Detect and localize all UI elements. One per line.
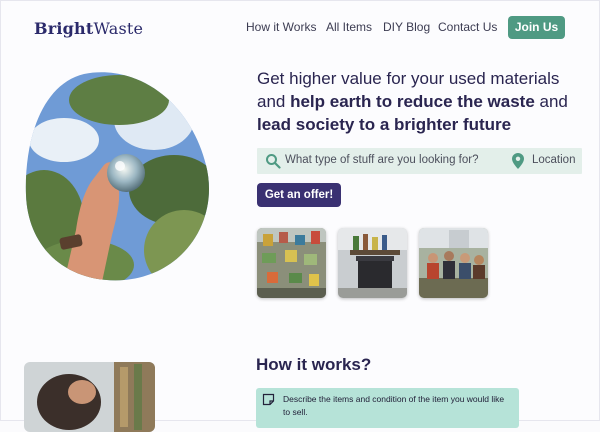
nav-item-contact-us[interactable]: Contact Us [438, 20, 497, 34]
thumbnail-image-2[interactable] [338, 228, 407, 298]
headline-line-3: lead society to a brighter future [257, 113, 587, 136]
hero-headline: Get higher value for your used materials… [257, 67, 587, 136]
location-pin-icon [512, 153, 524, 169]
nav-item-how-it-works[interactable]: How it Works [246, 20, 316, 34]
brand-name-part2: Waste [93, 19, 144, 38]
thumbnail-image-1[interactable] [257, 228, 326, 298]
nav-item-all-items[interactable]: All Items [326, 20, 372, 34]
headline-line-1: Get higher value for your used materials [257, 69, 560, 88]
headline-line-2: and help earth to reduce the waste and [257, 90, 587, 113]
thumbnail-image-3[interactable] [419, 228, 488, 298]
headline-line-3-bold: lead society to a brighter future [257, 115, 512, 134]
location-input[interactable]: Location [532, 154, 575, 166]
headline-line-2-lead: and [257, 92, 291, 111]
join-us-button[interactable]: Join Us [508, 16, 565, 39]
how-it-works-image [24, 362, 155, 432]
how-it-works-step-1: Describe the items and condition of the … [256, 388, 519, 428]
brand-logo[interactable]: BrightWaste [34, 19, 143, 38]
search-input[interactable]: What type of stuff are you looking for? [285, 154, 478, 166]
get-offer-button[interactable]: Get an offer! [257, 183, 341, 207]
note-icon [262, 393, 275, 406]
headline-line-2-bold: help earth to reduce the waste [290, 92, 535, 111]
headline-line-2-tail: and [534, 92, 568, 111]
how-it-works-title: How it works? [256, 355, 372, 374]
nav-item-diy-blog[interactable]: DIY Blog [383, 20, 430, 34]
search-bar[interactable]: What type of stuff are you looking for? … [257, 148, 582, 174]
step-1-text: Describe the items and condition of the … [283, 394, 505, 417]
brand-name-part1: Bright [34, 19, 94, 38]
hero-image-blob [25, 72, 210, 281]
search-icon [266, 154, 281, 169]
